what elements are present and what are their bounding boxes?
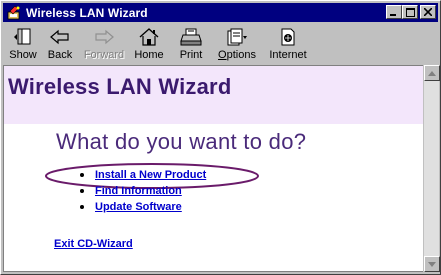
scroll-up-arrow-icon (428, 70, 436, 76)
vertical-scrollbar[interactable] (423, 65, 440, 272)
toolbar: Show Back Forward Home Print Options Int… (3, 24, 438, 64)
internet-button[interactable]: Internet (263, 24, 313, 64)
question-heading: What do you want to do? (56, 129, 307, 154)
show-label: Show (9, 49, 37, 61)
window-controls (386, 5, 436, 19)
app-window: Wireless LAN Wizard Show Back Forward Ho… (0, 0, 441, 275)
forward-arrow-icon (93, 26, 115, 48)
close-button[interactable] (420, 5, 436, 19)
maximize-button[interactable] (402, 5, 418, 19)
list-item: Find Information (80, 183, 206, 199)
show-pane-icon (12, 26, 34, 48)
internet-label: Internet (269, 49, 307, 61)
find-information-link[interactable]: Find Information (95, 185, 182, 197)
back-label: Back (47, 49, 73, 61)
bullet (80, 205, 84, 209)
page-heading: Wireless LAN Wizard (8, 74, 232, 99)
back-arrow-icon (49, 26, 71, 48)
list-item: Update Software (80, 199, 206, 215)
print-button[interactable]: Print (171, 24, 211, 64)
home-button[interactable]: Home (129, 24, 169, 64)
minimize-button[interactable] (386, 5, 402, 19)
print-label: Print (179, 49, 203, 61)
bullet (80, 173, 84, 177)
home-icon (138, 26, 160, 48)
printer-icon (180, 26, 202, 48)
back-button[interactable]: Back (41, 24, 79, 64)
options-label: Options (218, 49, 256, 61)
scroll-down-arrow-icon (428, 261, 436, 267)
options-icon (226, 26, 248, 48)
forward-label: Forward (83, 49, 125, 61)
options-list: Install a New Product Find Information U… (80, 167, 206, 215)
forward-button[interactable]: Forward (81, 24, 127, 64)
list-item: Install a New Product (80, 167, 206, 183)
maximize-icon (405, 7, 415, 17)
scroll-up-button[interactable] (424, 65, 440, 81)
exit-cd-wizard-link[interactable]: Exit CD-Wizard (54, 238, 133, 250)
home-label: Home (134, 49, 164, 61)
options-button[interactable]: Options (213, 24, 261, 64)
internet-page-icon (277, 26, 299, 48)
window-title: Wireless LAN Wizard (26, 5, 148, 20)
close-icon (424, 8, 432, 16)
title-bar[interactable]: Wireless LAN Wizard (3, 3, 438, 22)
show-button[interactable]: Show (7, 24, 39, 64)
wizard-app-icon (6, 5, 22, 21)
install-new-product-link[interactable]: Install a New Product (95, 169, 206, 181)
content-pane: Wireless LAN Wizard What do you want to … (3, 65, 423, 272)
minimize-icon (390, 14, 396, 16)
update-software-link[interactable]: Update Software (95, 201, 182, 213)
scroll-down-button[interactable] (424, 256, 440, 272)
bullet (80, 189, 84, 193)
